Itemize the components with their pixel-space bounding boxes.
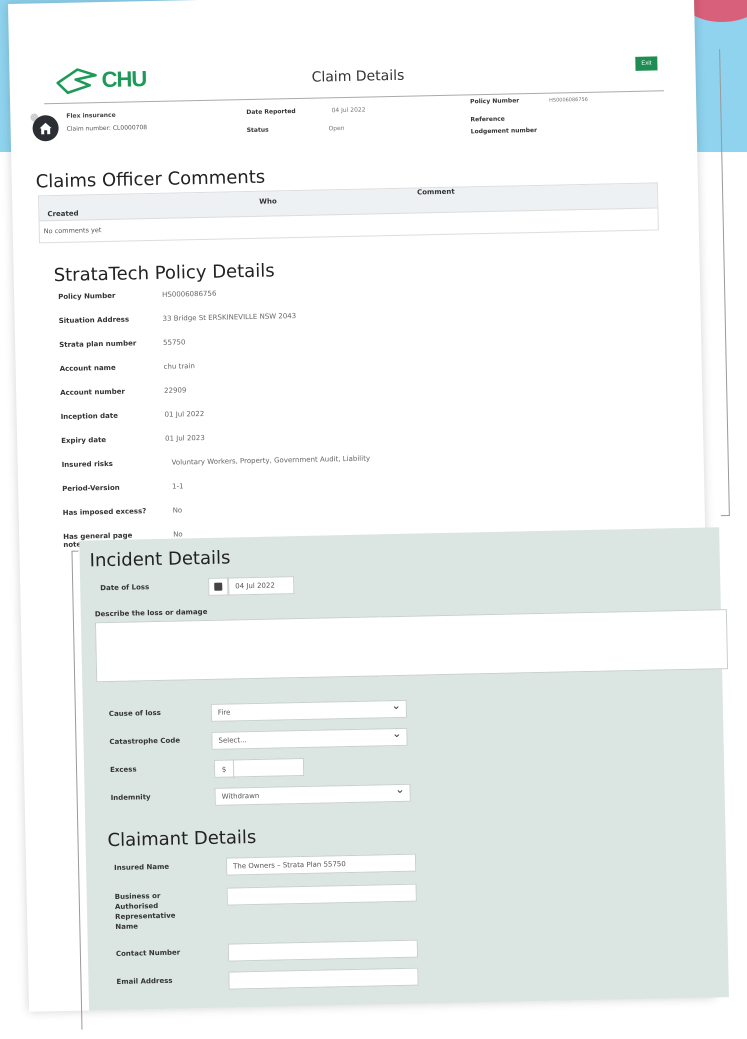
policy-row: Insured risks Voluntary Workers, Property… bbox=[61, 454, 371, 469]
policy-row: Account number 22909 bbox=[60, 386, 187, 397]
claim-page: CHU Claim Details Exit Flex insurance Cl… bbox=[8, 0, 730, 1030]
incident-claimant-panel: Incident Details Date of Loss 04 Jul 202… bbox=[79, 527, 729, 1011]
excess-input[interactable]: $ bbox=[213, 757, 305, 779]
page-title: Claim Details bbox=[311, 67, 405, 86]
catastrophe-code-label: Catastrophe Code bbox=[109, 736, 181, 747]
claim-number: Claim number: CL0000708 bbox=[66, 124, 148, 133]
chu-logo: CHU bbox=[53, 65, 147, 95]
column-created: Created bbox=[47, 209, 79, 219]
policy-number: Policy Number HS0006086756 bbox=[470, 96, 588, 105]
chu-logo-icon bbox=[56, 68, 97, 95]
column-who: Who bbox=[259, 197, 277, 206]
currency-prefix: $ bbox=[214, 760, 235, 779]
lodgement-label: Lodgement number bbox=[470, 126, 538, 136]
logo-text: CHU bbox=[101, 66, 147, 93]
calendar-button[interactable] bbox=[208, 577, 229, 596]
insured-name-input[interactable]: The Owners – Strata Plan 55750 bbox=[225, 853, 417, 876]
status-value: Open bbox=[328, 124, 345, 133]
policy-number-label: Policy Number bbox=[470, 97, 520, 106]
policy-row: Expiry date 01 Jul 2023 bbox=[61, 433, 205, 445]
date-of-loss-label: Date of Loss bbox=[100, 583, 150, 593]
claimant-title: Claimant Details bbox=[107, 826, 257, 852]
calendar-icon bbox=[214, 582, 223, 591]
business-name-label: Business or Authorised Representative Na… bbox=[114, 892, 176, 931]
contact-number-input[interactable] bbox=[227, 939, 419, 962]
business-name-input[interactable] bbox=[226, 883, 417, 906]
policy-row: Inception date 01 Jul 2022 bbox=[60, 409, 205, 421]
catastrophe-code-select[interactable]: Select... bbox=[211, 727, 408, 750]
policy-details-title: StrataTech Policy Details bbox=[53, 260, 275, 287]
cause-of-loss-select[interactable]: Fire bbox=[210, 699, 408, 722]
home-icon[interactable] bbox=[32, 114, 59, 142]
date-of-loss-input[interactable]: 04 Jul 2022 bbox=[228, 576, 295, 596]
claim-status: Status Open bbox=[247, 125, 345, 134]
policy-row: Situation Address 33 Bridge St ERSKINEVIL… bbox=[58, 312, 297, 326]
email-address-label: Email Address bbox=[116, 976, 173, 986]
date-reported-value: 04 Jul 2022 bbox=[331, 106, 366, 115]
policy-number-value: HS0006086756 bbox=[549, 96, 588, 104]
claim-summary-bar: Flex insurance Claim number: CL0000708 D… bbox=[30, 94, 683, 152]
comments-table: Created Who Comment No comments yet bbox=[38, 182, 659, 244]
indemnity-select[interactable]: Withdrawn bbox=[214, 783, 411, 806]
cause-of-loss-label: Cause of loss bbox=[108, 708, 161, 719]
indemnity-label: Indemnity bbox=[110, 793, 151, 803]
policy-row: Strata plan number 55750 bbox=[59, 338, 186, 350]
date-reported: Date Reported 04 Jul 2022 bbox=[246, 107, 365, 116]
exit-button[interactable]: Exit bbox=[635, 56, 658, 71]
insurer-name: Flex insurance bbox=[66, 111, 116, 120]
describe-loss-textarea[interactable] bbox=[94, 609, 729, 683]
incident-title: Incident Details bbox=[89, 547, 231, 572]
date-reported-label: Date Reported bbox=[246, 107, 296, 117]
excess-label: Excess bbox=[109, 765, 137, 775]
policy-row: Period-Version 1-1 bbox=[62, 482, 184, 493]
page-header: CHU Claim Details Exit Flex insurance Cl… bbox=[8, 0, 697, 144]
policy-row: Has imposed excess? No bbox=[62, 506, 183, 517]
describe-label: Describe the loss or damage bbox=[94, 607, 208, 619]
policy-row: Account name chu train bbox=[59, 362, 195, 373]
insured-name-label: Insured Name bbox=[114, 862, 170, 872]
email-address-input[interactable] bbox=[228, 967, 419, 990]
column-comment: Comment bbox=[416, 187, 455, 197]
comments-title: Claims Officer Comments bbox=[35, 166, 266, 193]
reference-label: Reference bbox=[470, 115, 505, 124]
status-label: Status bbox=[246, 126, 269, 135]
contact-number-label: Contact Number bbox=[115, 948, 181, 958]
